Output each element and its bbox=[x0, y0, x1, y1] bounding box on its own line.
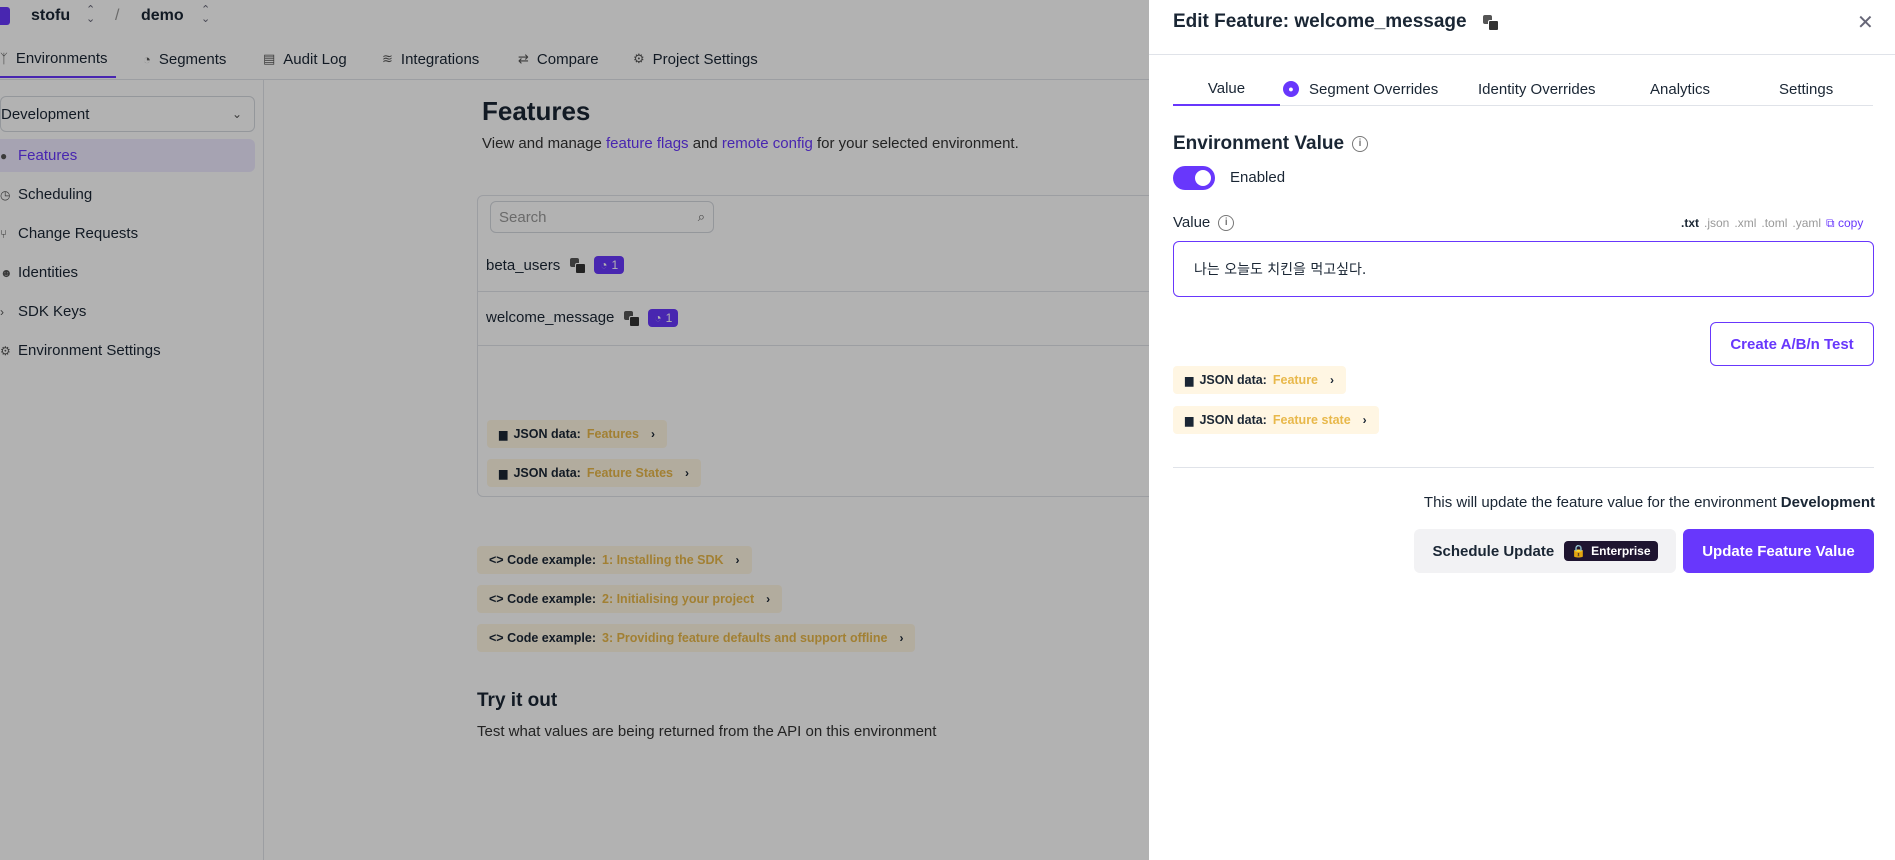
drawer-title: Edit Feature: welcome_message bbox=[1173, 11, 1499, 33]
tab-settings[interactable]: Settings bbox=[1779, 72, 1833, 106]
format-option[interactable]: .yaml bbox=[1792, 216, 1821, 231]
update-feature-value-button[interactable]: Update Feature Value bbox=[1683, 529, 1874, 573]
copy-icon: ⧉ bbox=[1826, 216, 1835, 230]
toggle-label: Enabled bbox=[1230, 169, 1286, 186]
tab-analytics[interactable]: Analytics bbox=[1650, 72, 1710, 106]
copy-value-button[interactable]: ⧉ copy bbox=[1826, 216, 1863, 231]
update-env-name: Development bbox=[1780, 494, 1875, 511]
update-note: This will update the feature value for t… bbox=[1424, 494, 1875, 511]
chevron-right-icon: › bbox=[1330, 373, 1335, 387]
json-data-chip[interactable]: ▆ JSON data: Feature › bbox=[1173, 366, 1347, 394]
tab-label: Analytics bbox=[1650, 80, 1711, 98]
enabled-toggle[interactable] bbox=[1173, 166, 1215, 190]
chip-prefix: JSON data: bbox=[1199, 413, 1267, 427]
document-icon: ▆ bbox=[1185, 374, 1194, 387]
chevron-right-icon: › bbox=[1362, 413, 1367, 427]
tab-label: Segment Overrides bbox=[1309, 80, 1439, 98]
tab-label: Value bbox=[1207, 79, 1246, 97]
chip-prefix: JSON data: bbox=[1199, 373, 1267, 387]
segment-icon: ● bbox=[1283, 81, 1299, 97]
drawer-divider bbox=[1173, 467, 1874, 468]
format-option[interactable]: .xml bbox=[1734, 216, 1756, 231]
close-icon[interactable]: ✕ bbox=[1857, 10, 1874, 35]
info-icon[interactable]: i bbox=[1352, 136, 1369, 152]
lock-icon: 🔒 bbox=[1571, 544, 1587, 558]
json-data-chip[interactable]: ▆ JSON data: Feature state › bbox=[1173, 406, 1379, 434]
schedule-update-button[interactable]: Schedule Update 🔒 Enterprise bbox=[1414, 529, 1676, 573]
format-selector: .txt .json .xml .toml .yaml ⧉ copy bbox=[1681, 216, 1863, 231]
tab-identity-overrides[interactable]: Identity Overrides bbox=[1478, 72, 1596, 106]
update-note-text: This will update the feature value for t… bbox=[1423, 494, 1777, 511]
modal-backdrop[interactable] bbox=[0, 0, 1149, 860]
format-option[interactable]: .txt bbox=[1681, 216, 1699, 231]
badge-label: Enterprise bbox=[1591, 544, 1651, 558]
copy-label: copy bbox=[1837, 216, 1864, 230]
drawer-header-divider bbox=[1149, 54, 1895, 55]
tab-value[interactable]: Value bbox=[1173, 72, 1280, 106]
enterprise-badge: 🔒 Enterprise bbox=[1564, 541, 1658, 561]
tab-label: Settings bbox=[1779, 80, 1834, 98]
toggle-knob bbox=[1195, 170, 1211, 186]
environment-value-title: Environment Value i bbox=[1173, 133, 1369, 155]
info-icon[interactable]: i bbox=[1218, 214, 1235, 231]
value-input[interactable]: 나는 오늘도 치킨을 먹고싶다. bbox=[1173, 241, 1874, 297]
tab-label: Identity Overrides bbox=[1478, 80, 1596, 98]
document-icon: ▆ bbox=[1185, 414, 1194, 427]
value-label: Value i bbox=[1173, 214, 1235, 231]
copy-icon[interactable] bbox=[1482, 15, 1499, 31]
format-option[interactable]: .json bbox=[1704, 216, 1729, 231]
tab-segment-overrides[interactable]: ● Segment Overrides bbox=[1283, 72, 1438, 106]
create-ab-test-button[interactable]: Create A/B/n Test bbox=[1710, 322, 1874, 366]
format-option[interactable]: .toml bbox=[1761, 216, 1787, 231]
value-label-text: Value bbox=[1173, 214, 1211, 231]
chip-label: Feature state bbox=[1272, 413, 1351, 427]
edit-feature-drawer: Edit Feature: welcome_message ✕ Value ● … bbox=[1149, 0, 1895, 860]
section-title: Environment Value bbox=[1173, 133, 1345, 154]
chip-label: Feature bbox=[1272, 373, 1319, 387]
button-label: Schedule Update bbox=[1432, 542, 1555, 560]
drawer-title-text: Edit Feature: welcome_message bbox=[1173, 11, 1467, 32]
drawer-tabs: Value ● Segment Overrides Identity Overr… bbox=[1173, 72, 1873, 106]
